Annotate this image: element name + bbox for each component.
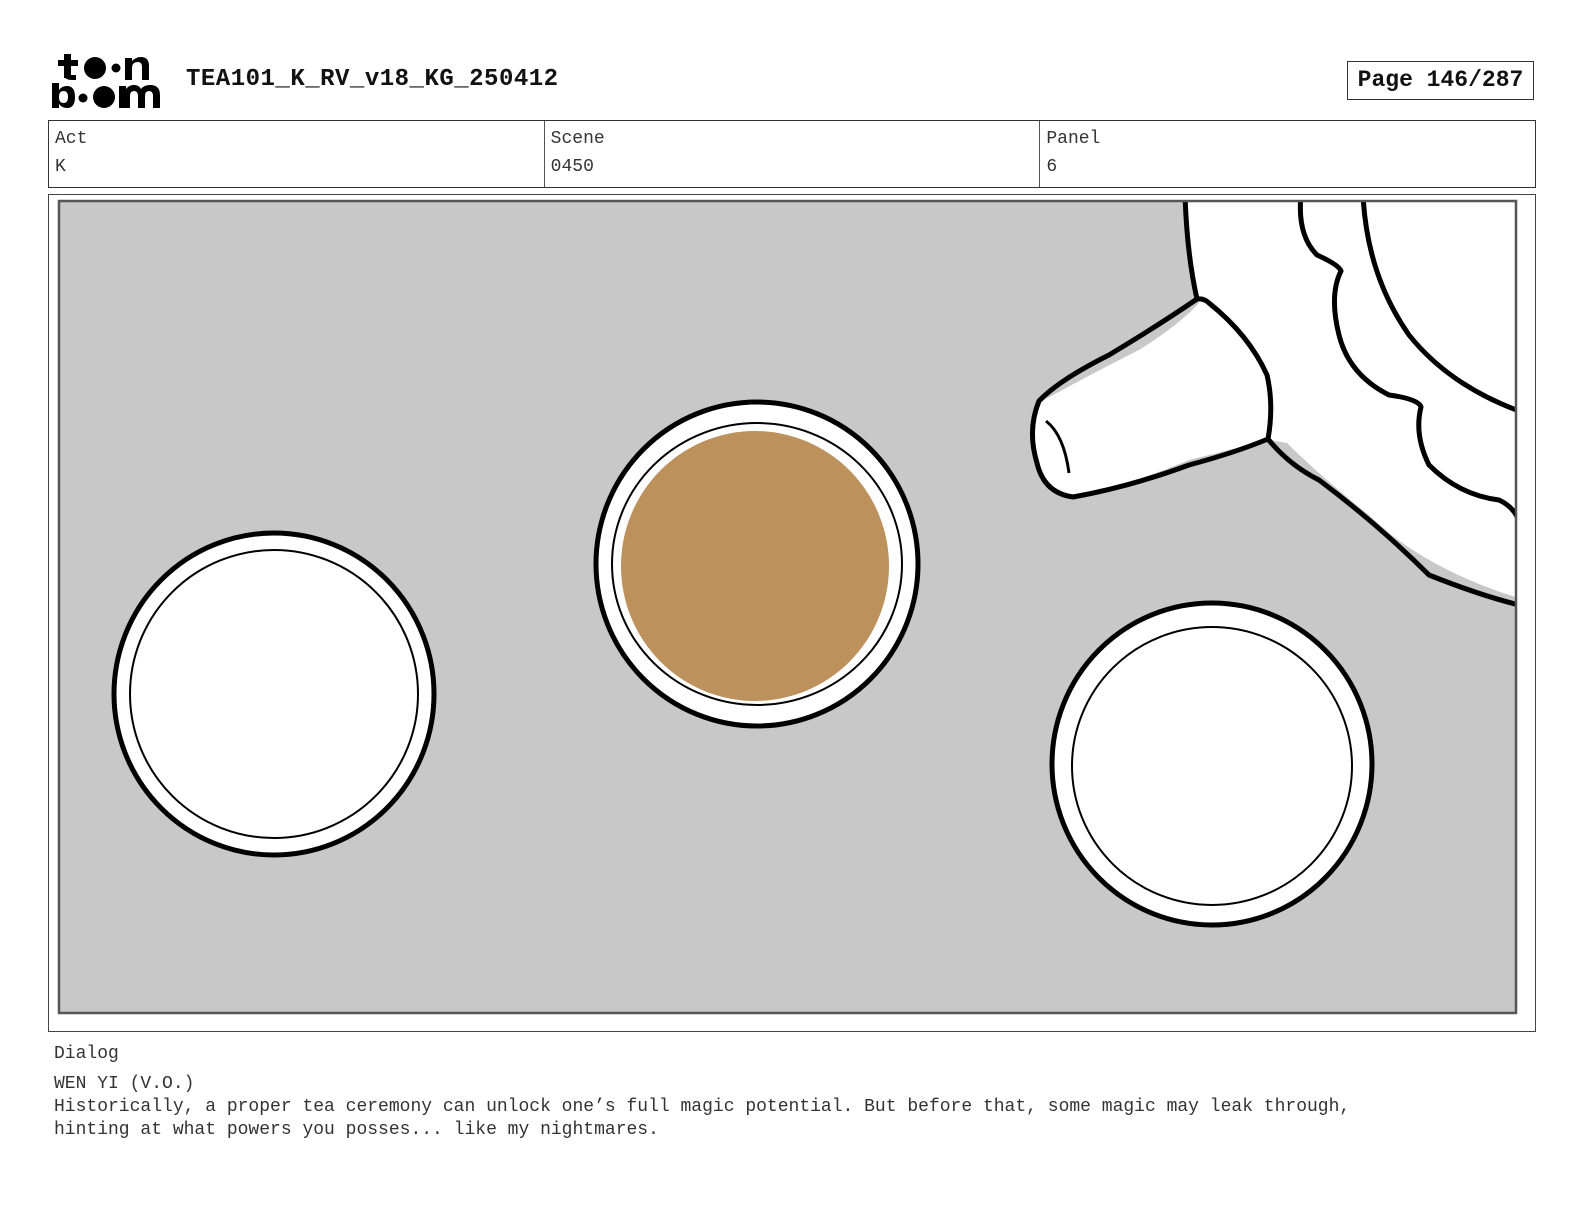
scene-cell: Scene 0450 [545, 121, 1041, 187]
dialog-text: Historically, a proper tea ceremony can … [54, 1097, 1351, 1140]
panel-value: 6 [1046, 157, 1058, 177]
tea-liquid [621, 431, 889, 701]
act-cell: Act K [49, 121, 545, 187]
info-table: Act K Scene 0450 Panel 6 [48, 120, 1536, 188]
act-value: K [55, 157, 66, 177]
panel-cell: Panel 6 [1040, 121, 1535, 187]
storyboard-panel [48, 194, 1536, 1032]
tea-filled-cup [593, 399, 921, 729]
dialog-section: Dialog WEN YI (V.O.) Historically, a pro… [54, 1042, 1534, 1142]
scene-value: 0450 [550, 157, 594, 177]
act-label: Act [55, 129, 88, 149]
document-title: TEA101_K_RV_v18_KG_250412 [186, 66, 559, 93]
empty-cup-right [1049, 600, 1375, 928]
dialog-speaker: WEN YI (V.O.) [54, 1074, 195, 1094]
scene-label: Scene [550, 129, 605, 149]
panel-label: Panel [1046, 129, 1101, 149]
dialog-label: Dialog [54, 1044, 119, 1064]
toon-boom-logo [52, 54, 160, 108]
panel-drawing [57, 199, 1518, 1015]
empty-cup-left [111, 530, 437, 858]
page-indicator: Page 146/287 [1347, 61, 1534, 100]
